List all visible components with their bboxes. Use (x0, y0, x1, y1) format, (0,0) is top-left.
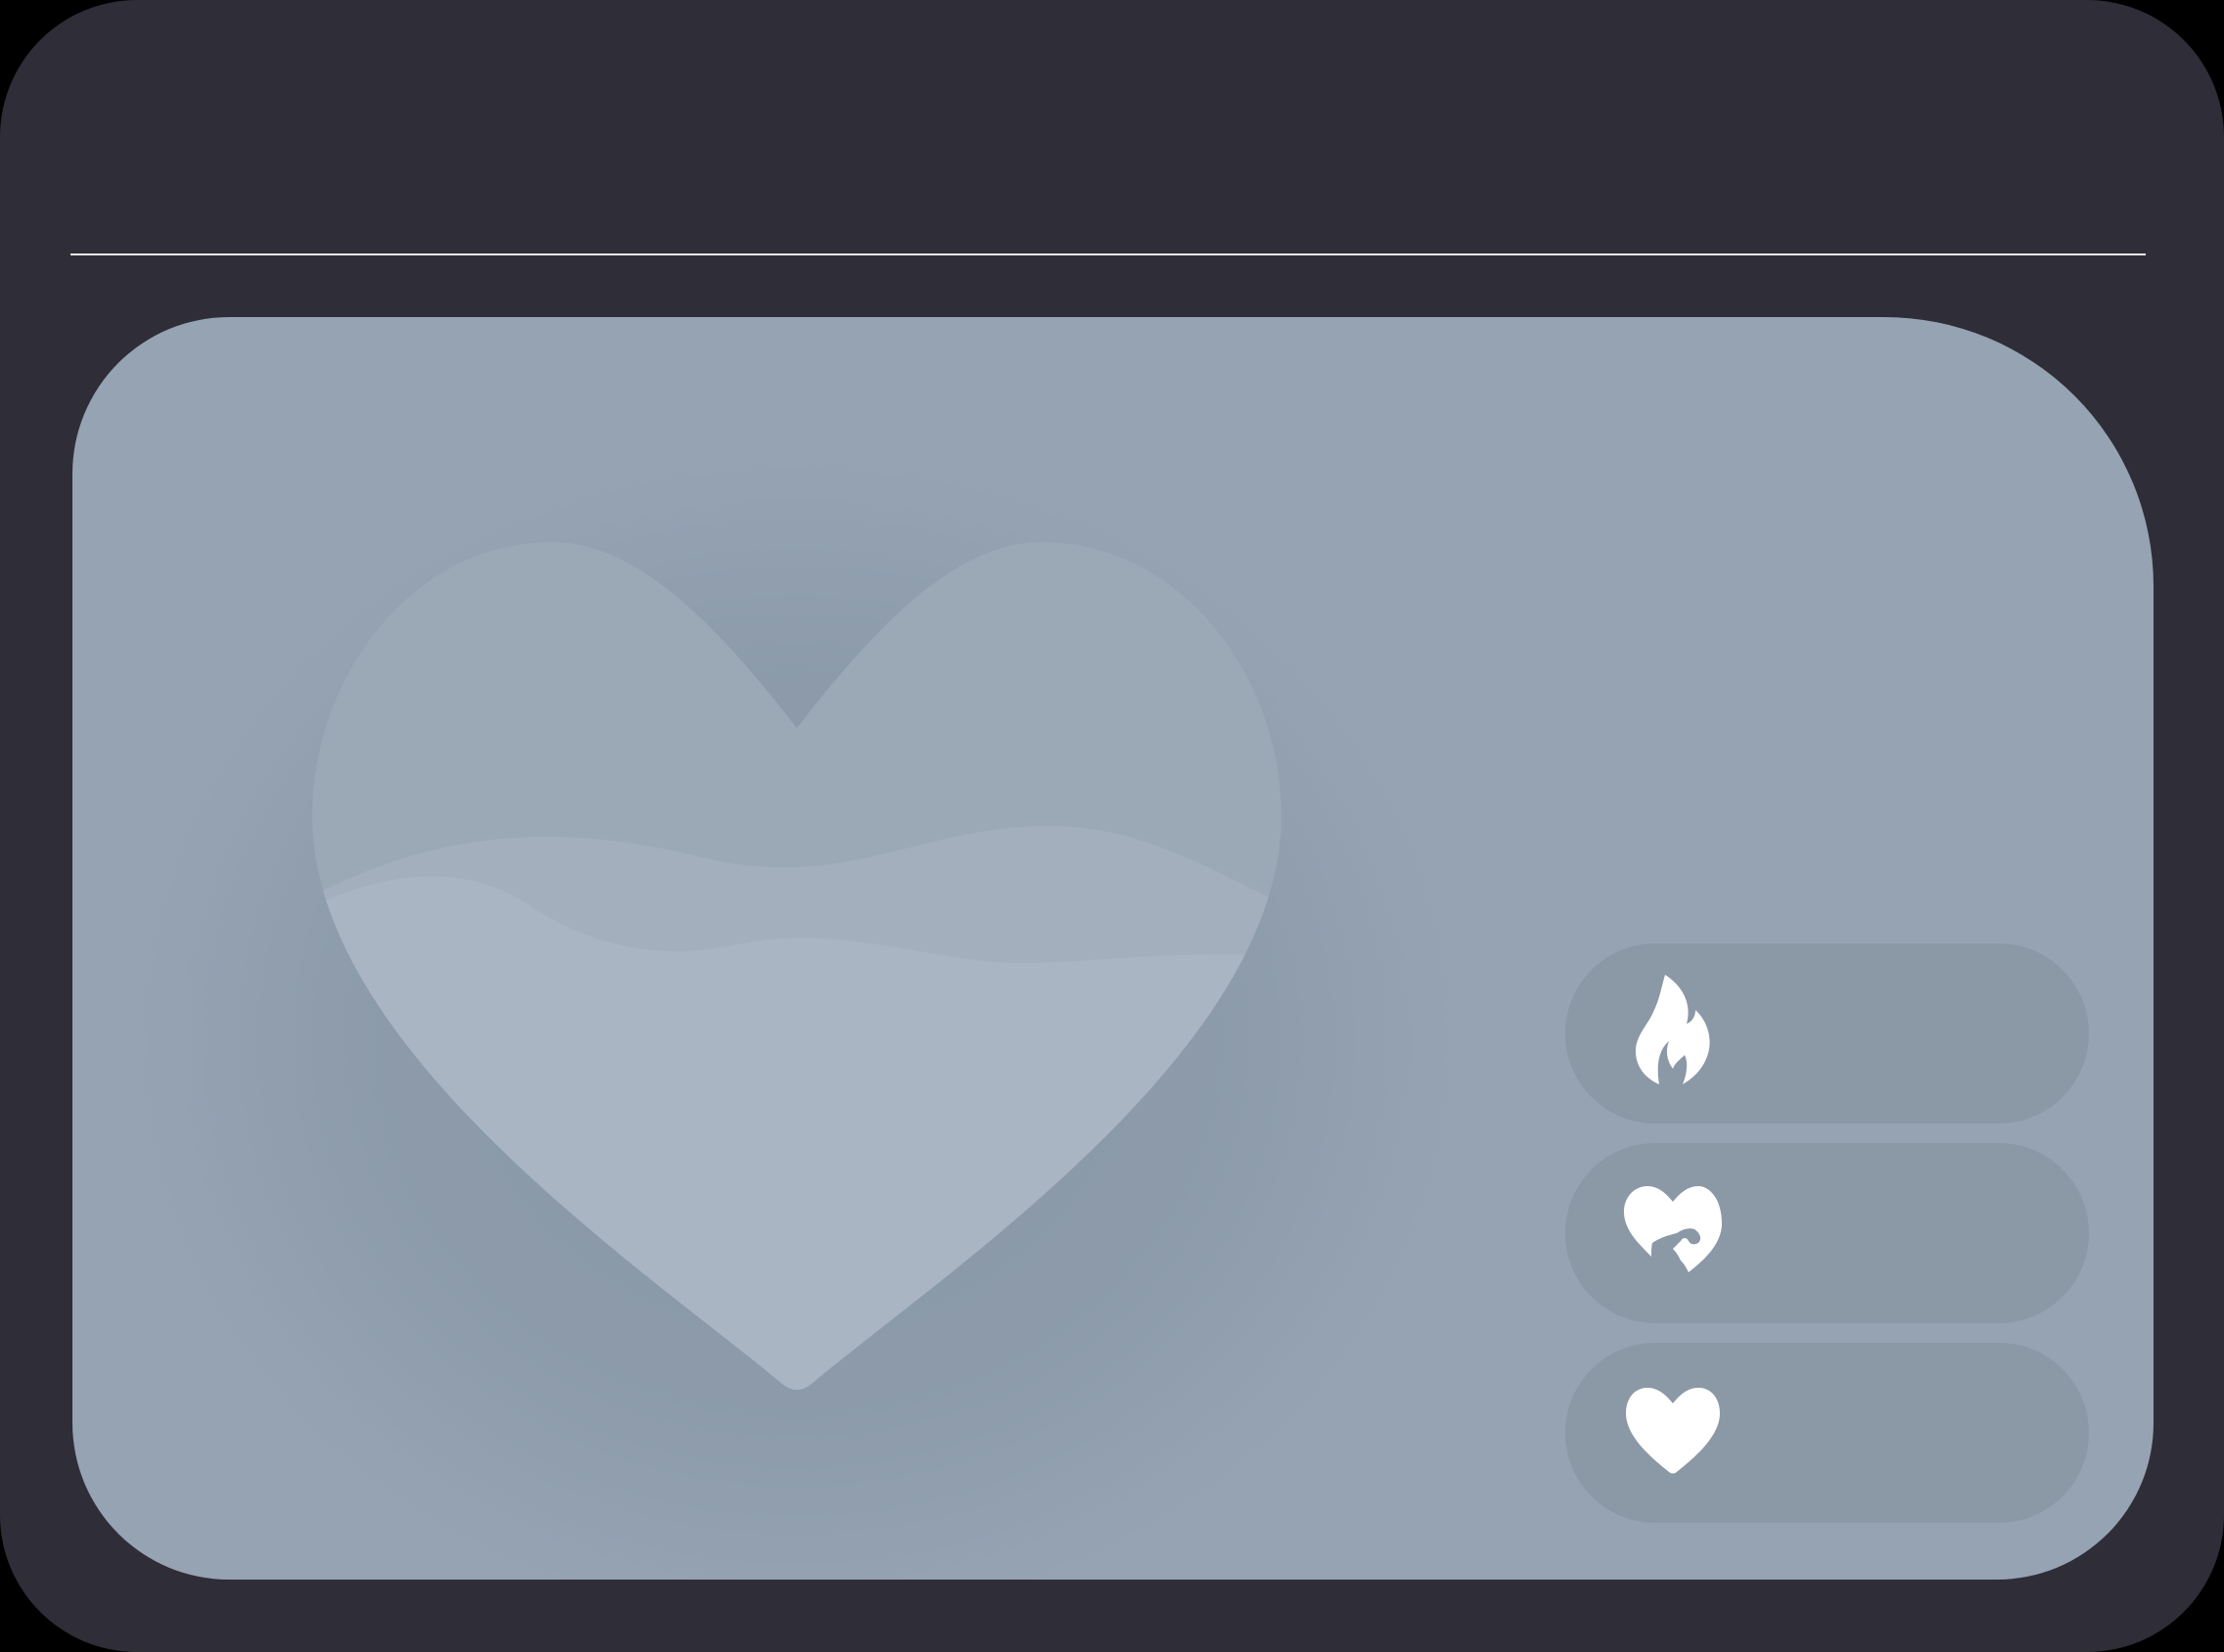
main-panel (72, 317, 2154, 1580)
header-divider (70, 253, 2146, 255)
flame-icon (1604, 965, 1741, 1102)
flame-button[interactable] (1565, 943, 2089, 1124)
heart-liquid-front-wave (312, 876, 1281, 1390)
heart-icon (1604, 1364, 1741, 1501)
heart-hand-icon (1604, 1165, 1741, 1302)
heart-liquid (312, 826, 1281, 1390)
heart-gauge-svg (312, 542, 1281, 1390)
action-button-stack (1565, 943, 2089, 1542)
heart-fill-gauge (234, 532, 1360, 1511)
heart-hand-button[interactable] (1565, 1143, 2089, 1323)
app-frame (0, 0, 2224, 1652)
header (70, 0, 2146, 254)
heart-button[interactable] (1565, 1343, 2089, 1523)
